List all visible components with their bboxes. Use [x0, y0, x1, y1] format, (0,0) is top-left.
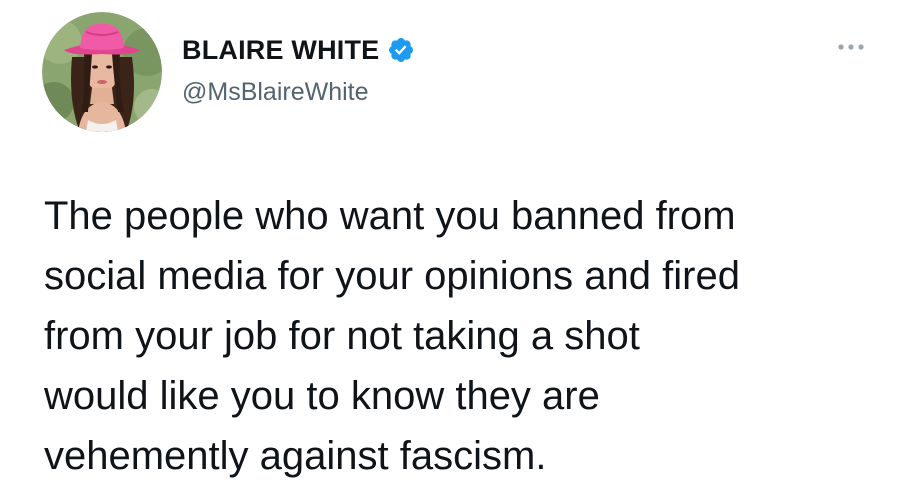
author-handle[interactable]: @MsBlaireWhite	[182, 78, 369, 107]
author-name-row[interactable]: BLAIRE WHITE	[182, 34, 415, 66]
tweet-card[interactable]: BLAIRE WHITE @MsBlaireWhite The people w…	[0, 0, 901, 491]
tweet-text-line: social media for your opinions and fired	[44, 254, 740, 298]
avatar-image	[42, 12, 162, 132]
verified-badge-icon	[387, 36, 415, 64]
tweet-text-line: from your job for not taking a shot	[44, 314, 640, 358]
tweet-text-line: The people who want you banned from	[44, 194, 736, 238]
avatar[interactable]	[42, 12, 162, 132]
tweet-text-line: would like you to know they are	[44, 374, 600, 418]
tweet-text-line: vehemently against fascism.	[44, 434, 547, 478]
tweet-text: The people who want you banned from soci…	[44, 186, 884, 486]
ellipsis-icon[interactable]	[836, 40, 866, 52]
display-name[interactable]: BLAIRE WHITE	[182, 35, 379, 66]
